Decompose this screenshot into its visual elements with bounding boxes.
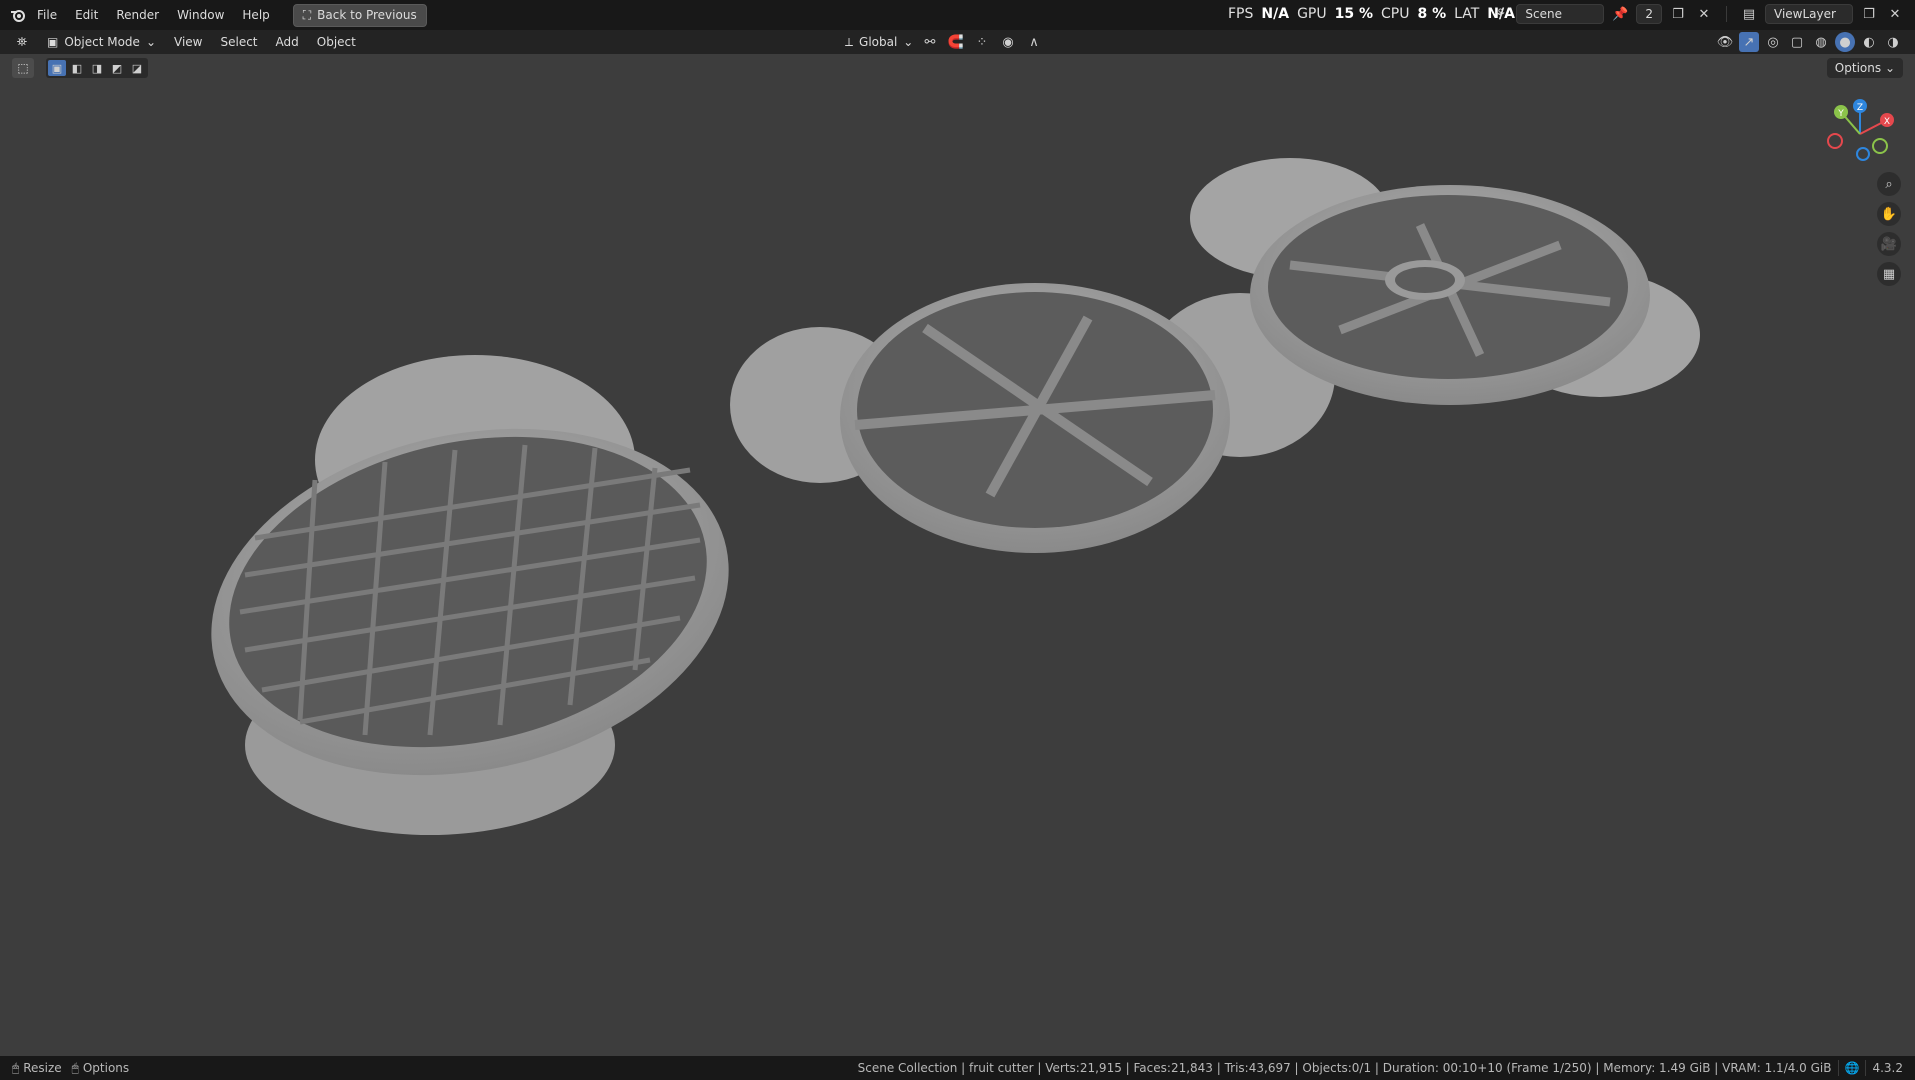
orientation-label: Global [859,35,898,49]
close-scene-icon[interactable]: ✕ [1694,4,1714,24]
wireframe-shading-icon[interactable]: ◍ [1811,32,1831,52]
menu-file[interactable]: File [28,4,66,26]
snapping-tools: ⚯ 🧲 ⁘ ◉ ∧ [920,32,1044,52]
viewport-header: ⛯ ▣ Object Mode ⌄ View Select Add Object… [0,30,1915,54]
perspective-toggle-icon[interactable]: ▦ [1877,262,1901,286]
proportional-edit-icon[interactable]: ◉ [998,32,1018,52]
viewport-display-tools: 👁 ↗ ◎ ▢ ◍ ● ◐ ◑ [1715,32,1903,52]
menu-object[interactable]: Object [308,31,365,53]
menu-help[interactable]: Help [233,4,278,26]
y-axis-label: Y [1837,109,1844,119]
zoom-icon[interactable]: ⌕ [1877,172,1901,196]
x-axis-label: X [1884,117,1890,127]
mode-label: Object Mode [64,35,140,49]
select-tool-icon[interactable]: ⬚ [12,58,34,78]
back-to-previous-label: Back to Previous [317,8,417,22]
grid-cutter-object[interactable] [179,355,761,835]
status-options: Options [82,1061,130,1075]
view-layer-field[interactable]: ViewLayer [1765,4,1853,24]
mouse-left-icon: 🖱 [12,1060,20,1075]
z-axis-label: Z [1857,103,1863,113]
menu-window[interactable]: Window [168,4,233,26]
scene-icon[interactable]: ⚘ [1490,4,1510,24]
menu-view[interactable]: View [165,31,211,53]
menu-select[interactable]: Select [211,31,266,53]
top-bar: File Edit Render Window Help ⛶ Back to P… [0,0,1915,30]
visibility-icon[interactable]: 👁 [1715,32,1735,52]
cpu-label: CPU [1381,6,1410,22]
select-subtract-icon[interactable]: ◨ [88,60,106,76]
navigation-gizmo[interactable]: Z X Y [1825,96,1895,166]
chevron-down-icon: ⌄ [1884,61,1895,75]
editor-type-icon[interactable]: ⛯ [12,32,32,52]
neg-x-axis-handle[interactable] [1827,133,1843,149]
options-label: Options [1834,61,1882,75]
close-view-layer-icon[interactable]: ✕ [1885,4,1905,24]
chevron-down-icon: ⌄ [903,35,914,49]
select-intersect-icon[interactable]: ◪ [128,60,146,76]
view-layer-icon[interactable]: ▤ [1739,4,1759,24]
scene-count: 2 [1636,4,1662,24]
pin-icon[interactable]: 📌 [1610,4,1630,24]
lat-label: LAT [1454,6,1480,22]
version-label: 4.3.2 [1872,1061,1903,1075]
snap-grid-icon[interactable]: ⁘ [972,32,992,52]
new-scene-icon[interactable]: ❐ [1668,4,1688,24]
divider [1726,6,1727,22]
material-shading-icon[interactable]: ◐ [1859,32,1879,52]
selection-mode-group: ▣ ◧ ◨ ◩ ◪ [46,58,148,78]
scene-name-field[interactable]: Scene [1516,4,1605,24]
scene-statistics: Scene Collection | fruit cutter | Verts:… [857,1061,1832,1075]
cpu-value: 8 % [1417,6,1447,22]
back-to-previous-button[interactable]: ⛶ Back to Previous [292,3,427,27]
gizmo-toggle-icon[interactable]: ↗ [1739,32,1759,52]
orientation-dropdown[interactable]: ⟂ Global ⌄ [836,32,922,53]
3d-viewport[interactable] [0,54,1915,1056]
gpu-label: GPU [1297,6,1327,22]
neg-y-axis-handle[interactable] [1872,138,1888,154]
mode-dropdown[interactable]: ▣ Object Mode ⌄ [38,32,165,52]
blender-logo-icon[interactable] [8,5,28,25]
menu-add[interactable]: Add [267,31,308,53]
new-view-layer-icon[interactable]: ❐ [1859,4,1879,24]
select-extend-icon[interactable]: ◧ [68,60,86,76]
xray-icon[interactable]: ▢ [1787,32,1807,52]
menu-edit[interactable]: Edit [66,4,107,26]
select-new-icon[interactable]: ▣ [48,60,66,76]
camera-view-icon[interactable]: 🎥 [1877,232,1901,256]
wedge-cutter-object[interactable] [730,283,1335,553]
scene-render [179,158,1700,835]
fps-label: FPS [1228,6,1254,22]
snap-toggle-icon[interactable]: 🧲 [946,32,966,52]
overlay-icon[interactable]: ◎ [1763,32,1783,52]
status-bar: 🖱 Resize 🖱 Options Scene Collection | fr… [0,1056,1915,1080]
neg-z-axis-handle[interactable] [1856,147,1870,161]
fullscreen-icon: ⛶ [302,7,312,22]
rendered-shading-icon[interactable]: ◑ [1883,32,1903,52]
object-mode-icon: ▣ [47,35,59,49]
scene-controls: ⚘ Scene 📌 2 ❐ ✕ ▤ ViewLayer ❐ ✕ [1490,4,1905,24]
select-invert-icon[interactable]: ◩ [108,60,126,76]
menu-render[interactable]: Render [107,4,168,26]
options-dropdown[interactable]: Options ⌄ [1826,58,1903,78]
performance-readout: FPS N/A GPU 15 % CPU 8 % LAT N/A [1228,6,1515,22]
status-resize: Resize [23,1061,62,1075]
solid-shading-icon[interactable]: ● [1835,32,1855,52]
tool-row: ⬚ ▣ ◧ ◨ ◩ ◪ [12,58,148,78]
fps-value: N/A [1261,6,1290,22]
chevron-down-icon: ⌄ [145,35,156,49]
divider [1837,1060,1839,1076]
divider [1865,1060,1867,1076]
mouse-right-icon: 🖱 [71,1060,79,1075]
transform-orientation-icon: ⟂ [845,34,854,49]
falloff-icon[interactable]: ∧ [1024,32,1044,52]
gpu-value: 15 % [1334,6,1373,22]
pivot-icon[interactable]: ⚯ [920,32,940,52]
pan-hand-icon[interactable]: ✋ [1877,202,1901,226]
globe-icon: 🌐 [1844,1061,1860,1075]
